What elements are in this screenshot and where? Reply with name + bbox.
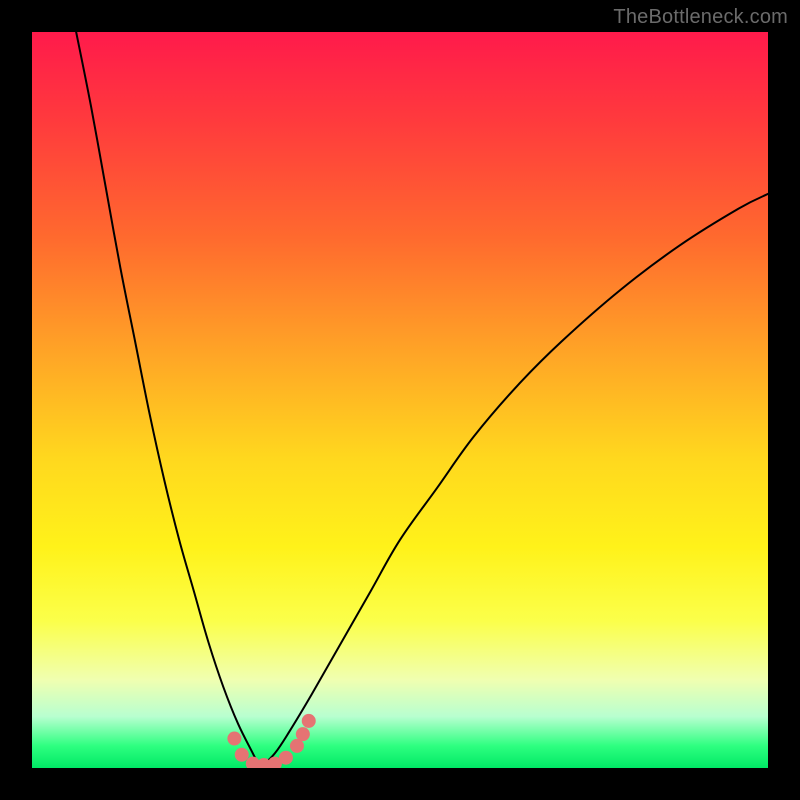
v-curve <box>76 32 768 768</box>
watermark-text: TheBottleneck.com <box>613 6 788 29</box>
curve-svg <box>32 32 768 768</box>
marker-point <box>279 751 293 765</box>
marker-point <box>235 748 249 762</box>
chart-frame: TheBottleneck.com <box>0 0 800 800</box>
curve-left-branch <box>76 32 260 768</box>
marker-point <box>302 714 316 728</box>
marker-point <box>227 732 241 746</box>
marker-point <box>296 727 310 741</box>
marker-group <box>227 714 315 768</box>
curve-right-branch <box>260 194 768 768</box>
plot-area <box>32 32 768 768</box>
